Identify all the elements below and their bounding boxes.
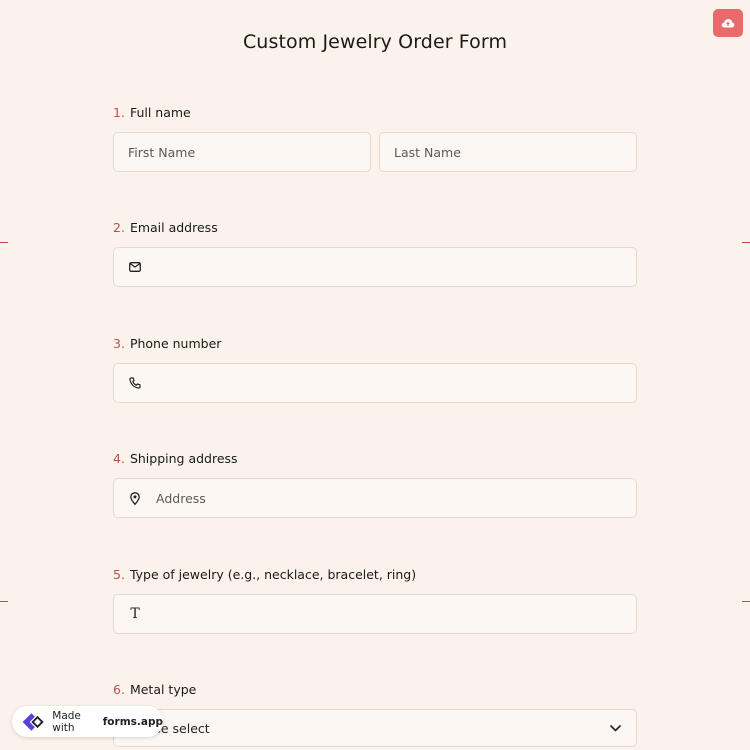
question-jewelry-type: 5. Type of jewelry (e.g., necklace, brac… xyxy=(113,567,637,634)
question-text: Shipping address xyxy=(129,451,238,466)
location-pin-icon xyxy=(128,491,142,505)
question-full-name: 1. Full name First Name Last Name xyxy=(113,105,637,172)
question-label: 6. Metal type xyxy=(113,682,637,700)
cloud-upload-icon xyxy=(721,19,735,28)
question-text: Type of jewelry (e.g., necklace, bracele… xyxy=(129,567,417,582)
question-text: Phone number xyxy=(129,336,222,351)
forms-app-logo-icon xyxy=(22,712,44,731)
address-placeholder: Address xyxy=(156,490,206,506)
question-label: 3. Phone number xyxy=(113,336,637,354)
question-label: 4. Shipping address xyxy=(113,451,637,469)
question-label: 2. Email address xyxy=(113,220,637,238)
last-name-input[interactable]: Last Name xyxy=(379,132,637,172)
jewelry-type-input[interactable]: T xyxy=(113,594,637,634)
question-label: 5. Type of jewelry (e.g., necklace, brac… xyxy=(113,567,637,585)
email-field[interactable] xyxy=(113,247,637,287)
badge-brand: forms.app xyxy=(102,715,163,728)
chevron-down-icon xyxy=(608,721,622,735)
edge-marker xyxy=(742,601,750,602)
envelope-icon xyxy=(128,260,142,274)
first-name-input[interactable]: First Name xyxy=(113,132,371,172)
question-metal-type: 6. Metal type Please select xyxy=(113,682,637,747)
question-phone: 3. Phone number xyxy=(113,336,637,403)
badge-prefix: Made with xyxy=(52,709,81,734)
question-number: 5. xyxy=(113,567,125,582)
question-number: 3. xyxy=(113,336,125,351)
question-label: 1. Full name xyxy=(113,105,637,123)
phone-icon xyxy=(128,376,142,390)
phone-field[interactable] xyxy=(113,363,637,403)
question-text: Full name xyxy=(129,105,191,120)
first-name-placeholder: First Name xyxy=(128,144,196,160)
made-with-badge[interactable]: Made with forms.app xyxy=(12,706,163,737)
question-text: Metal type xyxy=(129,682,197,697)
edge-marker xyxy=(742,242,750,243)
text-icon: T xyxy=(130,606,140,622)
question-number: 6. xyxy=(113,682,125,697)
form-title: Custom Jewelry Order Form xyxy=(242,31,508,53)
question-number: 4. xyxy=(113,451,125,466)
question-number: 2. xyxy=(113,220,125,235)
metal-type-select[interactable]: Please select xyxy=(113,709,637,747)
edge-marker xyxy=(0,601,8,602)
address-field[interactable]: Address xyxy=(113,478,637,518)
question-text: Email address xyxy=(129,220,218,235)
last-name-placeholder: Last Name xyxy=(394,144,461,160)
question-number: 1. xyxy=(113,105,125,120)
question-email: 2. Email address xyxy=(113,220,637,287)
question-shipping-address: 4. Shipping address Address xyxy=(113,451,637,518)
edge-marker xyxy=(0,242,8,243)
